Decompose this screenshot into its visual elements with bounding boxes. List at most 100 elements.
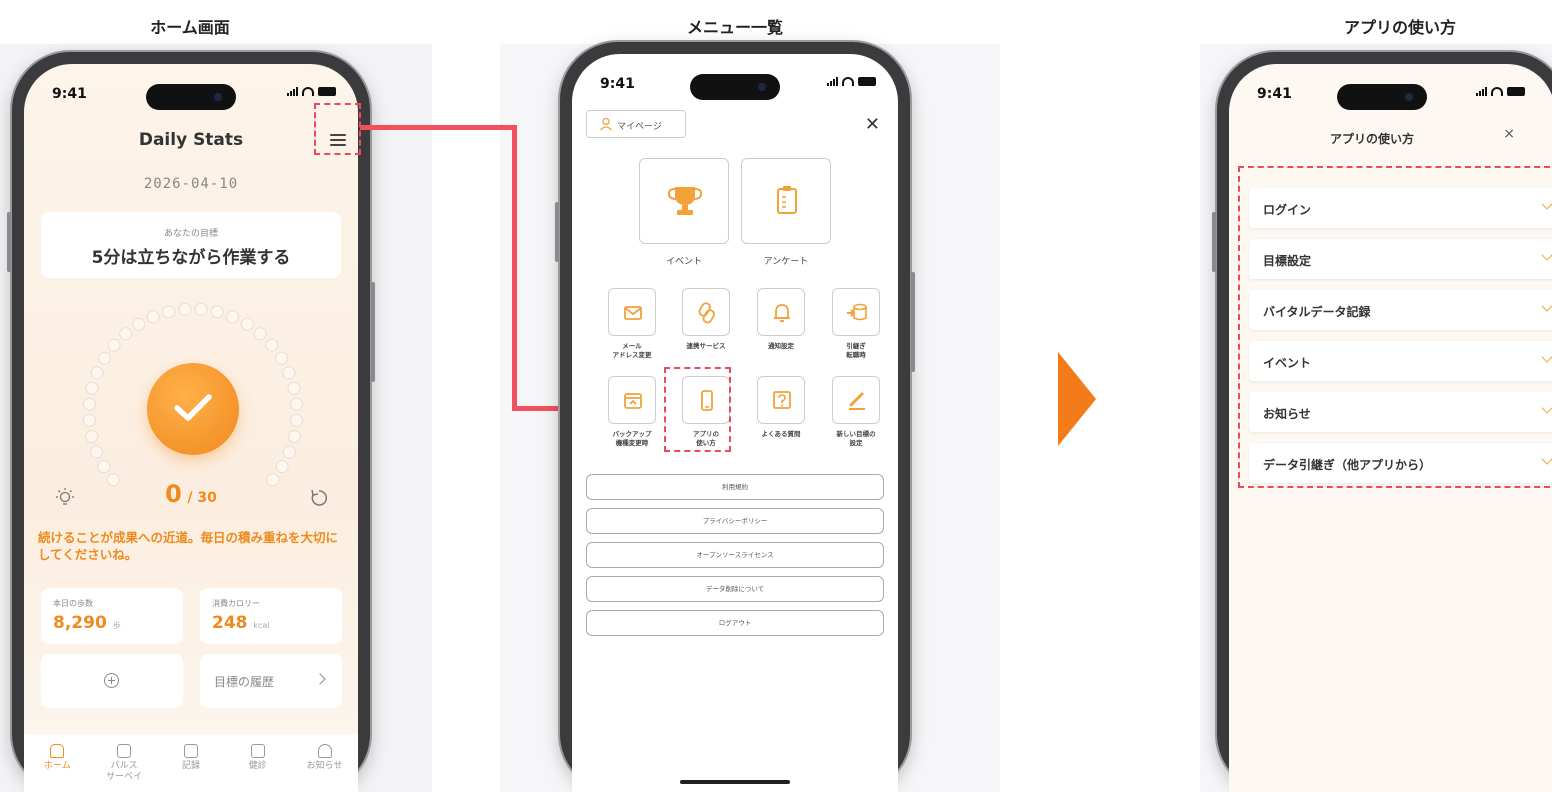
goal-text: 5分は立ちながら作業する [91,248,291,268]
menu-tile-label: 新しい目標の 設定 [836,430,876,447]
tab-label: お知らせ [306,761,343,771]
progress-dot [253,327,267,341]
highlight-menu-icon [314,103,361,155]
menu-tile-label: アンケート [763,257,809,267]
reset-icon[interactable] [308,487,330,509]
privacy-policy-button[interactable]: プライバシーポリシー [586,508,884,534]
pencil-icon [849,392,865,410]
next-step-arrow [1058,352,1096,446]
progress-dot [119,327,133,341]
tab-home[interactable]: ホーム [31,744,83,792]
question-icon [773,391,791,409]
menu-tile-email[interactable] [608,288,656,336]
menu-screen: 9:41 マイページ ✕ イベント アンケート メール アドレス変更 連携サービ… [572,54,898,792]
complete-button[interactable] [147,363,239,455]
progress-dot [90,445,104,459]
menu-tile-new-goal[interactable] [832,376,880,424]
bell-icon [317,744,332,758]
tab-record[interactable]: 記録 [165,744,217,792]
tab-checkup[interactable]: 健診 [232,744,284,792]
menu-tile-label: 連携サービス [686,342,726,350]
tab-pulse-survey[interactable]: パルス サーベイ [98,744,150,792]
section-title-menu: メニュー一覧 [686,18,783,37]
menu-tile-survey[interactable] [741,158,831,244]
home-icon [50,744,65,758]
progress-dot [85,381,99,395]
steps-value: 8,290 [53,613,107,633]
menu-tile-notifications[interactable] [757,288,805,336]
plus-circle-icon [104,673,119,688]
trophy-icon [667,187,703,215]
home-indicator [680,780,790,784]
progress-dot [178,302,192,316]
menu-tile-label: よくある質問 [761,430,801,438]
tab-label: 健診 [248,761,267,771]
section-title-howto: アプリの使い方 [1343,18,1456,37]
progress-dot [282,445,296,459]
tab-label: ホーム [44,761,71,771]
tab-label: 記録 [181,761,200,771]
progress-dot [97,460,111,474]
signal-icon [827,76,838,86]
menu-tile-faq[interactable] [757,376,805,424]
wifi-icon [1491,86,1503,96]
phone-menu: 9:41 マイページ ✕ イベント アンケート メール アドレス変更 連携サービ… [555,42,915,792]
dynamic-island [1337,84,1427,110]
progress-dot [290,414,304,427]
add-record-button[interactable] [41,654,183,708]
link-icon [698,302,715,324]
close-icon[interactable]: × [1503,126,1515,142]
battery-icon [318,86,336,96]
goal-history-button[interactable]: 目標の履歴 [200,654,342,708]
tab-notice[interactable]: お知らせ [299,744,351,792]
bell-icon [774,304,790,322]
goal-label: あなたの目標 [163,229,218,239]
calories-value-row: 248 kcal [212,613,330,633]
menu-tile-transfer[interactable] [832,288,880,336]
wifi-icon [302,86,314,96]
database-transfer-icon [847,303,867,321]
menu-tile-label: メール アドレス変更 [612,342,652,359]
progress-dot [265,338,279,352]
motivation-message: 続けることが成果への近道。毎日の積み重ねを大切にしてくださいね。 [38,530,339,562]
person-icon [600,117,612,131]
highlight-howto-tile [664,367,731,452]
progress-dot [210,305,224,319]
dynamic-island [690,74,780,100]
current-date: 2026-04-10 [143,176,239,192]
clipboard-icon [777,186,797,214]
steps-card: 本日の歩数 8,290 歩 [41,588,183,644]
goal-card: あなたの目標 5分は立ちながら作業する [41,212,341,278]
progress-dot [132,317,146,331]
mail-icon [624,306,642,320]
chevron-right-icon [314,673,326,685]
oss-license-button[interactable]: オープンソースライセンス [586,542,884,568]
progress-dot [275,460,289,474]
counter-total: / 30 [187,490,217,506]
menu-tile-label: バックアップ 機種変更時 [612,430,652,447]
steps-unit: 歩 [112,621,121,630]
mypage-button[interactable]: マイページ [586,110,686,138]
terms-button[interactable]: 利用規約 [586,474,884,500]
page-title: アプリの使い方 [1329,132,1414,146]
progress-dot [98,351,111,365]
menu-tile-event[interactable] [639,158,729,244]
progress-dot [194,302,208,316]
survey-icon [117,744,132,758]
menu-tile-backup[interactable] [608,376,656,424]
progress-dot [107,338,121,352]
progress-dot [290,397,304,411]
status-time: 9:41 [600,76,635,92]
calories-value: 248 [212,613,248,633]
close-icon[interactable]: ✕ [865,114,880,135]
progress-dot [90,366,104,380]
signal-icon [1476,86,1487,96]
logout-button[interactable]: ログアウト [586,610,884,636]
steps-value-row: 8,290 歩 [53,613,171,633]
data-deletion-button[interactable]: データ削除について [586,576,884,602]
wifi-icon [842,76,854,86]
status-time: 9:41 [1257,86,1292,102]
menu-tile-linked-services[interactable] [682,288,730,336]
menu-tile-label: イベント [665,257,702,267]
steps-label: 本日の歩数 [53,599,93,608]
